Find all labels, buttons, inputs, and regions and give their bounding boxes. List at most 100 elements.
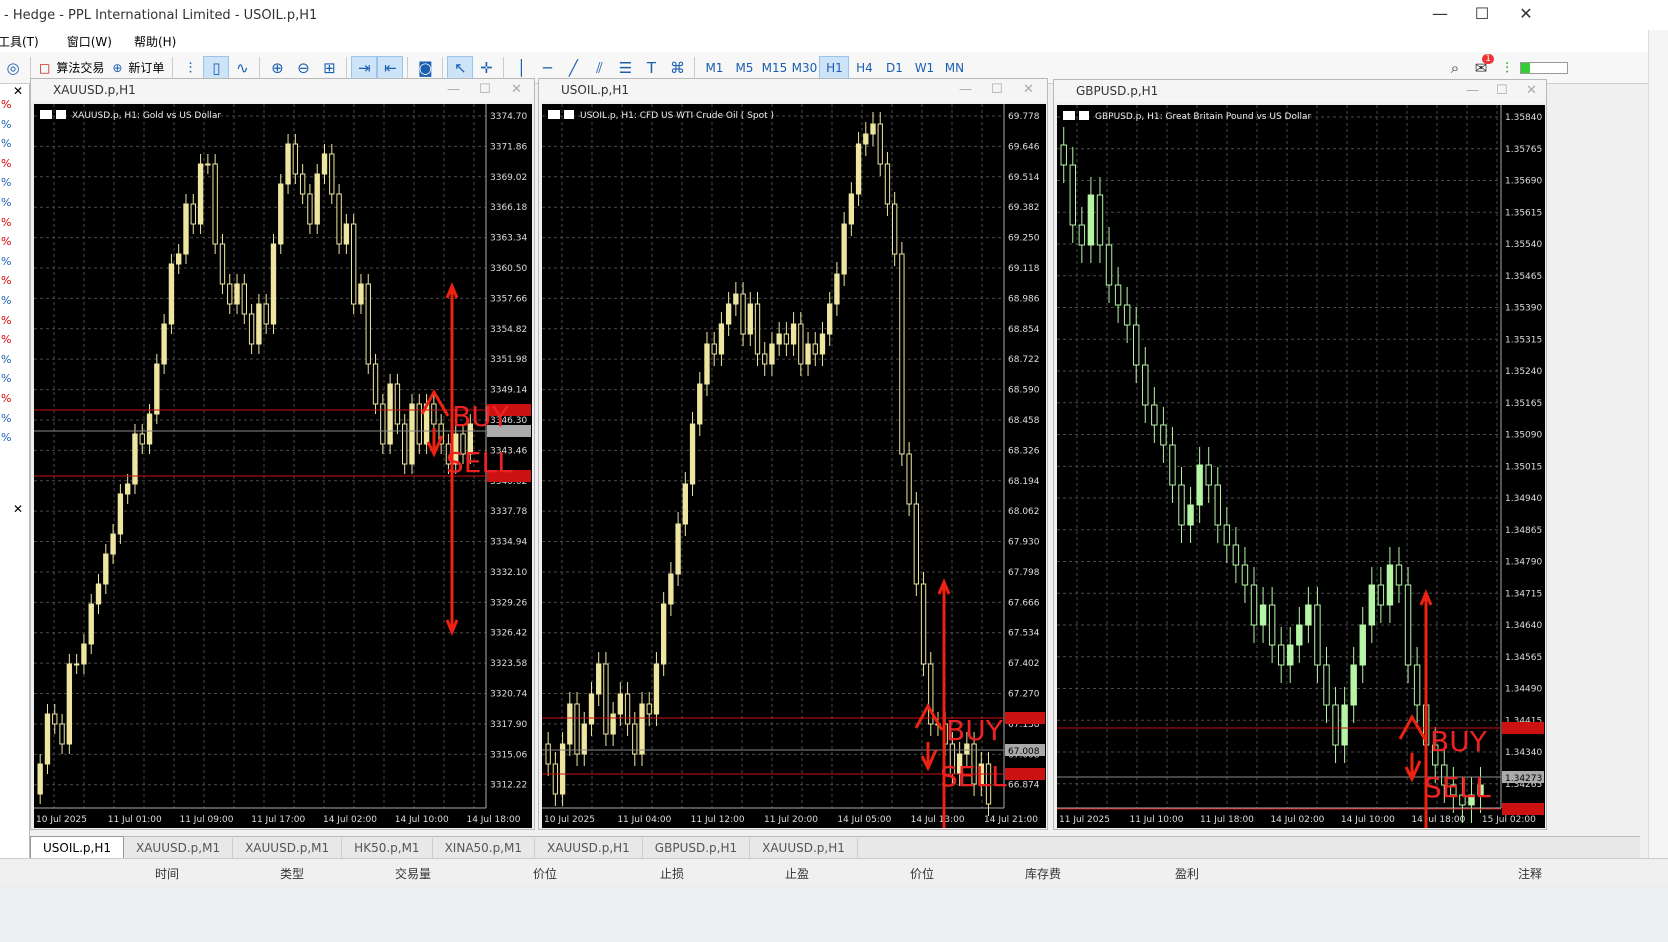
chart-minimize-button[interactable]: —	[447, 82, 460, 97]
market-watch-item[interactable]: %	[0, 98, 29, 118]
timeframe-m15[interactable]: M15	[759, 56, 789, 80]
timeframe-mn[interactable]: MN	[939, 56, 969, 80]
time-tick-label: 14 Jul 13:00	[911, 815, 965, 825]
chart-tab[interactable]: XAUUSD.p,H1	[750, 838, 858, 858]
menu-help[interactable]: 帮助(H)	[134, 33, 176, 50]
timeframe-h4[interactable]: H4	[849, 56, 879, 80]
chart-window-xauusd[interactable]: ▥ XAUUSD.p,H1 — ☐ ✕ 3374.703371.863369.0…	[30, 78, 535, 830]
horizontal-line-icon[interactable]: ─	[534, 56, 560, 80]
crosshair-icon[interactable]: ✛	[473, 56, 499, 80]
shapes-icon[interactable]: ⌘	[664, 56, 690, 80]
trendline-icon[interactable]: ╱	[560, 56, 586, 80]
column-header[interactable]: 价位	[533, 865, 557, 882]
line-chart-icon[interactable]: ∿	[229, 56, 255, 80]
vertical-scrollbar[interactable]	[1648, 30, 1668, 884]
candlestick-chart[interactable]: 69.778 69.646 69.514 69.382 69.250 69.118 68.9…	[542, 104, 1046, 828]
chart-maximize-button[interactable]: ☐	[1496, 83, 1508, 98]
close-button[interactable]: ✕	[1506, 4, 1546, 23]
market-watch-item[interactable]: %	[0, 118, 29, 138]
market-watch-item[interactable]: %	[0, 412, 29, 432]
chart-shift-icon[interactable]: ⇤	[377, 55, 404, 80]
column-header[interactable]: 注释	[1518, 865, 1542, 882]
market-watch-item[interactable]: %	[0, 157, 29, 177]
search-icon[interactable]: ⌕	[1442, 56, 1468, 80]
market-watch-item[interactable]: %	[0, 314, 29, 334]
chart-minimize-button[interactable]: —	[959, 82, 972, 97]
screenshot-icon[interactable]: ◙	[412, 56, 438, 80]
market-watch-item[interactable]: %	[0, 274, 29, 294]
timeframe-m30[interactable]: M30	[789, 56, 819, 80]
timeframe-h1[interactable]: H1	[819, 55, 850, 80]
tile-windows-icon[interactable]: ⊞	[316, 56, 342, 80]
chart-tab[interactable]: XAUUSD.p,H1	[535, 838, 643, 858]
panel-close-icon[interactable]: ✕	[0, 84, 29, 98]
zoom-in-icon[interactable]: ⊕	[264, 56, 290, 80]
chart-minimize-button[interactable]: —	[1466, 83, 1479, 98]
column-header[interactable]: 止盈	[785, 865, 809, 882]
market-watch-item[interactable]: %	[0, 176, 29, 196]
candlestick-icon[interactable]: ▯	[203, 55, 230, 80]
chart-plot-usoil[interactable]: 69.778 69.646 69.514 69.382 69.250 69.118 68.9…	[542, 104, 1046, 828]
chart-tab[interactable]: HK50.p,M1	[342, 838, 433, 858]
chart-window-usoil[interactable]: ▥ USOIL.p,H1 — ☐ ✕ 69.77869.64669.51469.…	[538, 78, 1048, 830]
column-header[interactable]: 止损	[660, 865, 684, 882]
maximize-button[interactable]: ☐	[1462, 4, 1502, 23]
chart-tab[interactable]: XINA50.p,M1	[433, 838, 536, 858]
market-watch-item[interactable]: %	[0, 196, 29, 216]
bar-chart-icon[interactable]: ⫶	[177, 56, 203, 80]
connection-icon[interactable]: ⫶	[1494, 56, 1520, 80]
column-header[interactable]: 交易量	[395, 865, 431, 882]
channel-icon[interactable]: ⫽	[586, 56, 612, 80]
notification-icon[interactable]: ✉ 1	[1468, 53, 1494, 80]
market-watch-item[interactable]: %	[0, 431, 29, 451]
column-header[interactable]: 价位	[910, 865, 934, 882]
chart-close-button[interactable]: ✕	[1526, 83, 1537, 98]
menu-tools[interactable]: 工具(T)	[0, 33, 39, 50]
timeframe-w1[interactable]: W1	[909, 56, 939, 80]
chart-plot-gbpusd[interactable]: 1.35840 1.35765 1.35690 1.35615 1.35540 1.354…	[1057, 105, 1545, 828]
cursor-icon[interactable]: ↖	[447, 55, 474, 80]
vertical-line-icon[interactable]: │	[508, 56, 534, 80]
chart-tab[interactable]: XAUUSD.p,M1	[124, 838, 234, 858]
menu-window[interactable]: 窗口(W)	[67, 33, 112, 50]
chart-tab[interactable]: USOIL.p,H1	[30, 836, 124, 858]
column-header[interactable]: 库存费	[1025, 865, 1061, 882]
market-watch-item[interactable]: %	[0, 137, 29, 157]
timeframe-d1[interactable]: D1	[879, 56, 909, 80]
text-icon[interactable]: T	[638, 56, 664, 80]
candle-body	[668, 573, 674, 605]
candle-body	[1395, 564, 1403, 586]
algo-trading-button[interactable]: □ 算法交易	[35, 56, 108, 80]
chart-maximize-button[interactable]: ☐	[991, 82, 1003, 97]
candle-body	[314, 173, 320, 225]
chart-close-button[interactable]: ✕	[511, 82, 522, 97]
signal-icon[interactable]: ◎	[0, 56, 26, 80]
column-header[interactable]: 类型	[280, 865, 304, 882]
market-watch-item[interactable]: %	[0, 255, 29, 275]
market-watch-item[interactable]: %	[0, 216, 29, 236]
market-watch-item[interactable]: %	[0, 294, 29, 314]
candlestick-chart[interactable]: 3374.70 3371.86 3369.02 3366.18 3363.34 3360.…	[34, 104, 532, 828]
chart-plot-xauusd[interactable]: 3374.70 3371.86 3369.02 3366.18 3363.34 3360.…	[34, 104, 532, 828]
market-watch-item[interactable]: %	[0, 353, 29, 373]
column-header[interactable]: 时间	[155, 865, 179, 882]
chart-maximize-button[interactable]: ☐	[479, 82, 491, 97]
chart-tab[interactable]: XAUUSD.p,M1	[233, 838, 343, 858]
chart-window-gbpusd[interactable]: ▥ GBPUSD.p,H1 — ☐ ✕ 1.358401.357651.3569…	[1053, 79, 1547, 830]
zoom-out-icon[interactable]: ⊖	[290, 56, 316, 80]
timeframe-m1[interactable]: M1	[699, 56, 729, 80]
market-watch-item[interactable]: %	[0, 392, 29, 412]
auto-scroll-icon[interactable]: ⇥	[351, 55, 378, 80]
panel2-close-icon[interactable]: ✕	[13, 502, 29, 516]
candlestick-chart[interactable]: 1.35840 1.35765 1.35690 1.35615 1.35540 1.354…	[1057, 105, 1545, 828]
column-header[interactable]: 盈利	[1175, 865, 1199, 882]
market-watch-item[interactable]: %	[0, 372, 29, 392]
new-order-button[interactable]: ⊕ 新订单	[108, 56, 168, 80]
chart-close-button[interactable]: ✕	[1023, 82, 1034, 97]
chart-tab[interactable]: GBPUSD.p,H1	[643, 838, 751, 858]
timeframe-m5[interactable]: M5	[729, 56, 759, 80]
market-watch-item[interactable]: %	[0, 235, 29, 255]
fibonacci-icon[interactable]: ☰	[612, 56, 638, 80]
minimize-button[interactable]: —	[1420, 4, 1460, 23]
market-watch-item[interactable]: %	[0, 333, 29, 353]
